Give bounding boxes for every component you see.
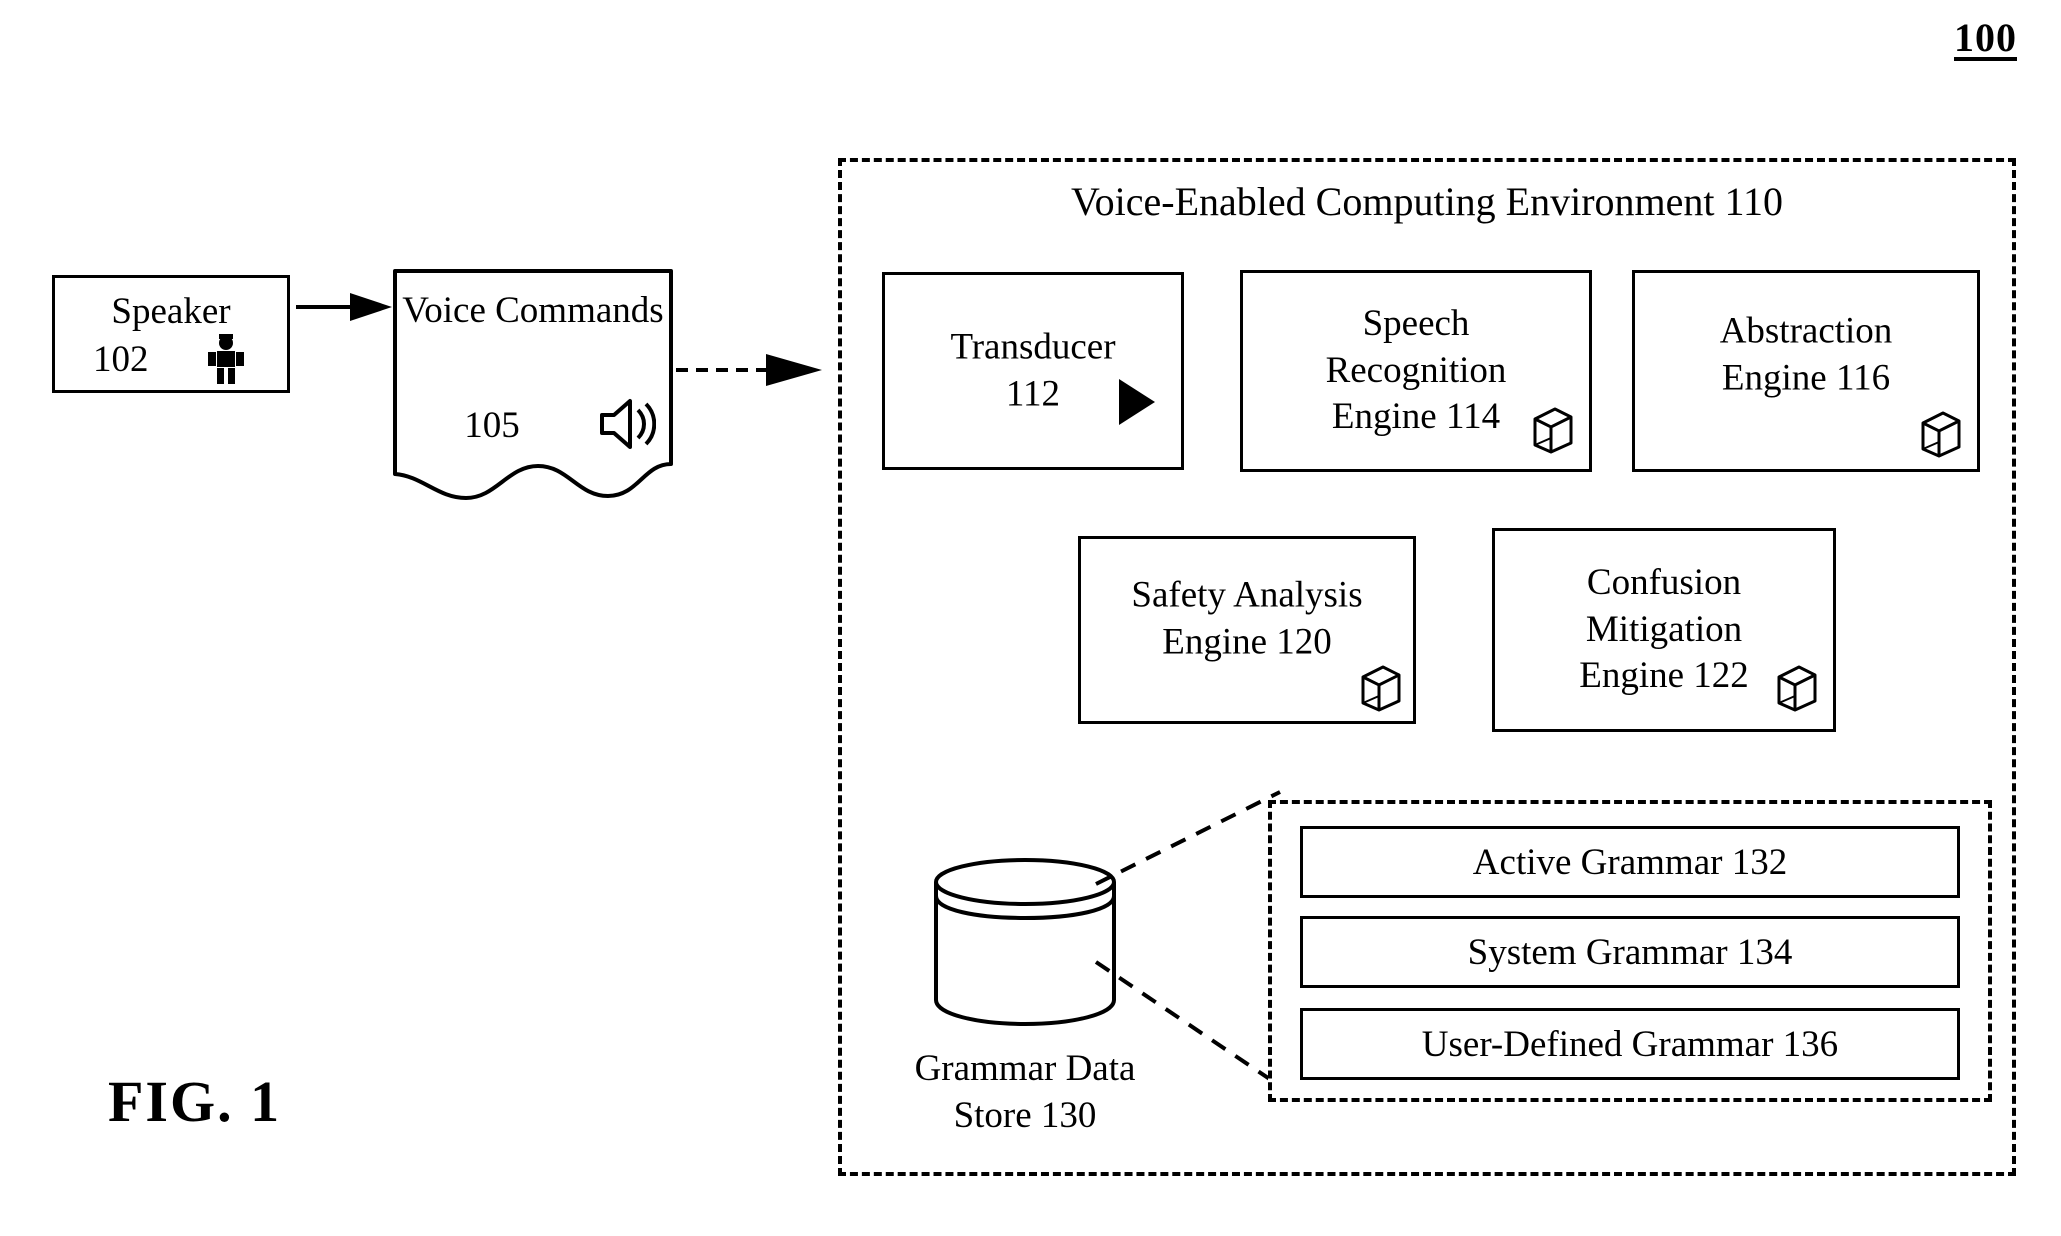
speaker-reference-number: 102 [93,339,149,380]
figure-canvas: 100 FIG. 1 Speaker 102 Voice Commands 10… [0,0,2061,1236]
user-defined-grammar-label: User-Defined Grammar 136 [1421,1023,1839,1065]
figure-reference-numeral: 100 [1954,15,2017,60]
play-triangle-icon [1119,379,1155,425]
figure-caption: FIG. 1 [108,1069,282,1134]
sound-speaker-icon [600,399,656,449]
speech-recognition-engine-inner: Speech Recognition Engine 114 [1243,273,1589,469]
speaker-node-inner: Speaker 102 [55,278,287,390]
cube-icon [1361,665,1401,712]
environment-title: Voice-Enabled Computing Environment 110 [1070,179,1784,224]
safety-analysis-engine-node: Safety Analysis Engine 120 [1078,536,1416,724]
speech-recognition-engine-node: Speech Recognition Engine 114 [1240,270,1592,472]
voice-commands-label: Voice Commands [402,290,664,331]
system-grammar-box: System Grammar 134 [1300,916,1960,988]
abstraction-engine-node: Abstraction Engine 116 [1632,270,1980,472]
speaker-node: Speaker 102 [52,275,290,393]
arrow-voice-commands-to-environment [676,354,822,386]
confusion-mitigation-engine-inner: Confusion Mitigation Engine 122 [1495,531,1833,729]
transducer-node: Transducer 112 [882,272,1184,470]
cube-icon [1921,411,1961,458]
active-grammar-label: Active Grammar 132 [1472,841,1788,883]
user-defined-grammar-box: User-Defined Grammar 136 [1300,1008,1960,1080]
system-grammar-label: System Grammar 134 [1467,931,1793,973]
safety-analysis-engine-inner: Safety Analysis Engine 120 [1081,539,1413,721]
grammar-store-callout-lines [1094,790,1282,1088]
confusion-mitigation-engine-node: Confusion Mitigation Engine 122 [1492,528,1836,732]
transducer-inner: Transducer 112 [885,275,1181,467]
person-icon [208,334,244,384]
cube-icon [1533,407,1573,454]
voice-commands-reference-number: 105 [464,405,520,446]
abstraction-engine-inner: Abstraction Engine 116 [1635,273,1977,469]
arrow-speaker-to-voice-commands [296,293,392,321]
active-grammar-box: Active Grammar 132 [1300,826,1960,898]
cube-icon [1777,665,1817,712]
abstraction-engine-label: Abstraction Engine 116 [1719,310,1893,399]
speaker-label: Speaker [111,291,231,332]
safety-analysis-engine-label: Safety Analysis Engine 120 [1131,574,1363,663]
